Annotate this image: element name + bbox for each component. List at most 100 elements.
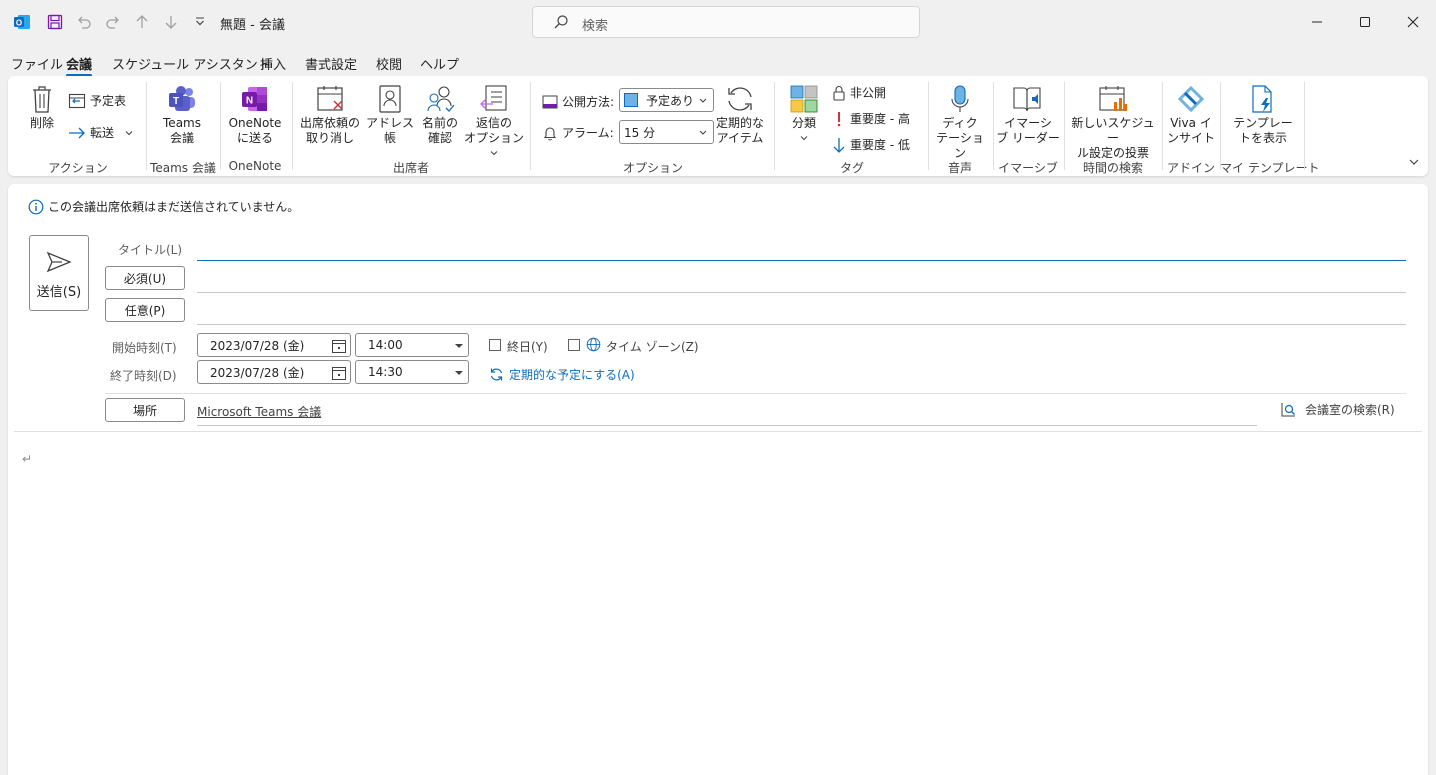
make-recurring-link[interactable]: 定期的な予定にする(A) xyxy=(489,366,635,383)
save-icon[interactable] xyxy=(45,12,65,32)
required-attendees-input[interactable] xyxy=(197,266,1406,292)
maximize-icon xyxy=(1360,17,1370,27)
dictate-label-1: ディク xyxy=(942,116,978,130)
teams-meeting-button[interactable]: T Teams 会議 xyxy=(156,84,208,146)
send-icon xyxy=(46,251,72,273)
viva-insights-button[interactable]: Viva イ ンサイト xyxy=(1166,84,1216,146)
scheduling-poll-icon xyxy=(1099,86,1127,111)
recurrence-button[interactable]: 定期的な アイテム xyxy=(714,84,766,146)
response-options-button[interactable]: 返信の オプション xyxy=(462,84,526,161)
ribbon-separator xyxy=(993,82,994,170)
end-date-field[interactable]: 2023/07/28 (金) xyxy=(197,360,351,384)
busy-color-swatch xyxy=(624,93,638,107)
tab-format[interactable]: 書式設定 xyxy=(305,54,357,73)
customize-toolbar-icon[interactable] xyxy=(190,12,210,32)
message-body[interactable]: ↵ xyxy=(14,436,1422,775)
recurring-label-1: 定期的な xyxy=(715,116,764,130)
required-attendees-button[interactable]: 必須(U) xyxy=(105,266,185,290)
cancel-invitation-button[interactable]: 出席依頼の 取り消し xyxy=(298,84,362,146)
chevron-down-icon xyxy=(800,136,808,141)
immersive-reader-button[interactable]: イマーシ ブ リーダー xyxy=(996,84,1060,146)
time-zone-checkbox[interactable] xyxy=(568,339,580,351)
private-button[interactable]: 非公開 xyxy=(832,84,886,101)
high-importance-button[interactable]: 重要度 - 高 xyxy=(832,110,910,127)
close-button[interactable] xyxy=(1398,8,1428,36)
reminder-label: アラーム: xyxy=(542,124,614,141)
calendar-icon xyxy=(68,93,86,108)
view-templates-button[interactable]: テンプレー トを表示 xyxy=(1226,84,1300,146)
search-box[interactable]: 検索 xyxy=(532,6,920,38)
start-date-value: 2023/07/28 (金) xyxy=(210,338,305,353)
info-text: この会議出席依頼はまだ送信されていません。 xyxy=(48,200,300,214)
onenote-label-1: OneNote xyxy=(228,116,282,130)
redo-icon[interactable] xyxy=(103,12,123,32)
end-time-select[interactable]: 14:30 xyxy=(355,360,469,384)
lock-icon xyxy=(833,85,845,101)
low-importance-button[interactable]: 重要度 - 低 xyxy=(832,136,910,153)
meeting-form: この会議出席依頼はまだ送信されていません。 送信(S) タイトル(L) 必須(U… xyxy=(8,184,1428,775)
start-date-field[interactable]: 2023/07/28 (金) xyxy=(197,333,351,357)
minimize-button[interactable] xyxy=(1302,8,1332,36)
location-button[interactable]: 場所 xyxy=(105,398,185,422)
categorize-button[interactable]: 分類 xyxy=(786,84,822,146)
delete-button[interactable]: 削除 xyxy=(26,84,58,131)
title-input[interactable] xyxy=(197,234,1406,260)
tab-help[interactable]: ヘルプ xyxy=(420,54,459,73)
previous-item-icon[interactable] xyxy=(132,12,152,32)
start-time-select[interactable]: 14:00 xyxy=(355,333,469,357)
tab-scheduling-assistant[interactable]: スケジュール アシスタント xyxy=(112,54,271,73)
tab-file[interactable]: ファイル xyxy=(11,54,63,73)
response-options-label-2: オプション xyxy=(463,131,524,145)
room-finder-button[interactable]: 会議室の検索(R) xyxy=(1280,401,1395,418)
tab-meeting[interactable]: 会議 xyxy=(66,54,93,77)
ribbon: 削除 予定表 転送 アクション T Teams 会議 Teams 会議 N On… xyxy=(8,76,1428,176)
check-names-icon xyxy=(427,86,455,112)
calendar-picker-icon xyxy=(332,340,346,353)
send-to-onenote-button[interactable]: N OneNote に送る xyxy=(226,84,284,146)
trash-icon xyxy=(33,86,51,113)
location-button-label: 場所 xyxy=(132,403,157,418)
optional-attendees-button[interactable]: 任意(P) xyxy=(105,298,185,322)
calendar-button[interactable]: 予定表 xyxy=(68,92,126,109)
dictate-label-2: テーション xyxy=(936,131,984,160)
send-button[interactable]: 送信(S) xyxy=(29,235,89,311)
reminder-select[interactable]: 15 分 xyxy=(619,120,714,144)
calendar-cancel-icon xyxy=(317,86,343,111)
forward-button[interactable]: 転送 xyxy=(68,124,134,141)
undo-icon[interactable] xyxy=(74,12,94,32)
location-value[interactable]: Microsoft Teams 会議 xyxy=(197,403,321,420)
required-label: 必須(U) xyxy=(123,271,167,286)
search-placeholder: 検索 xyxy=(582,19,609,34)
end-date-value: 2023/07/28 (金) xyxy=(210,365,305,380)
send-label: 送信(S) xyxy=(36,285,82,300)
optional-attendees-input[interactable] xyxy=(197,298,1406,324)
onenote-label-2: に送る xyxy=(236,131,273,145)
paragraph-mark: ↵ xyxy=(22,452,33,466)
dictate-button[interactable]: ディク テーション xyxy=(932,84,988,161)
check-names-button[interactable]: 名前の 確認 xyxy=(418,84,462,146)
viva-insights-icon xyxy=(1177,85,1205,113)
address-book-button[interactable]: アドレス帳 xyxy=(364,84,416,146)
chevron-down-icon xyxy=(699,130,707,135)
categorize-icon xyxy=(790,85,818,113)
recurring-label-2: アイテム xyxy=(716,131,764,145)
title-underline xyxy=(197,260,1406,261)
required-underline xyxy=(197,292,1406,293)
new-scheduling-poll-button[interactable]: 新しいスケジュー ル設定の投票 xyxy=(1068,84,1158,161)
show-as-select[interactable]: 予定あり xyxy=(619,88,714,112)
show-as-label: 公開方法: xyxy=(542,93,614,110)
microphone-icon xyxy=(951,85,969,112)
high-importance-label: 重要度 - 高 xyxy=(850,112,910,126)
all-day-checkbox[interactable] xyxy=(489,339,501,351)
cancel-invite-label-1: 出席依頼の xyxy=(299,116,360,130)
tab-insert[interactable]: 挿入 xyxy=(260,54,286,73)
ribbon-expand-button[interactable] xyxy=(1408,156,1420,171)
ribbon-separator xyxy=(1064,82,1065,170)
tab-review[interactable]: 校閲 xyxy=(376,54,402,73)
templates-label-1: テンプレー xyxy=(1233,116,1293,130)
next-item-icon[interactable] xyxy=(161,12,181,32)
maximize-button[interactable] xyxy=(1350,8,1380,36)
calendar-picker-icon xyxy=(332,367,346,380)
immersive-label-1: イマーシ xyxy=(1004,116,1052,130)
section-divider xyxy=(105,393,1406,394)
